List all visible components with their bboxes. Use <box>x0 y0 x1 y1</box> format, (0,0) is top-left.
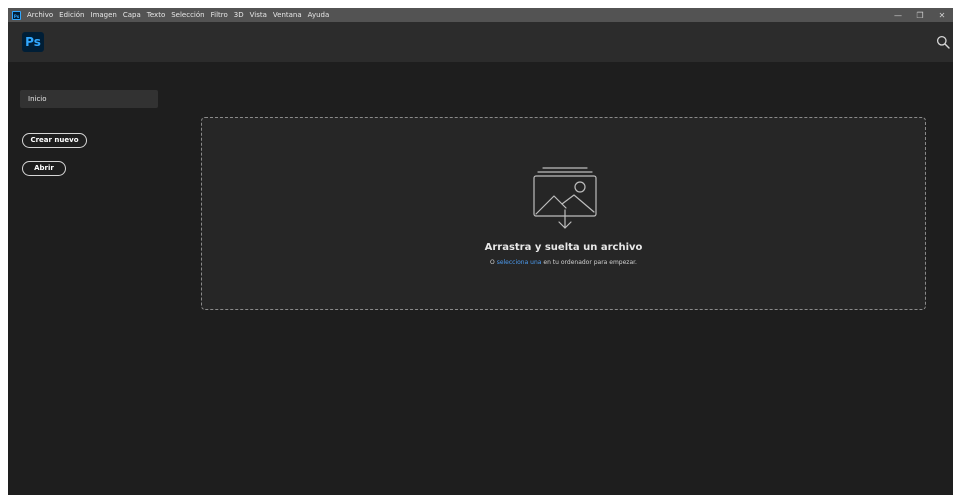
drop-zone-subtitle: O selecciona una en tu ordenador para em… <box>202 259 925 266</box>
close-button[interactable]: ✕ <box>931 11 953 20</box>
menu-texto[interactable]: Texto <box>147 11 165 19</box>
minimize-button[interactable]: — <box>887 11 909 20</box>
open-button[interactable]: Abrir <box>22 161 66 176</box>
drop-zone-title: Arrastra y suelta un archivo <box>484 242 643 253</box>
photoshop-window: Ps Archivo Edición Imagen Capa Texto Sel… <box>8 8 953 495</box>
menu-vista[interactable]: Vista <box>250 11 267 19</box>
file-drop-zone[interactable]: Arrastra y suelta un archivo O seleccion… <box>201 117 926 310</box>
menu-edicion[interactable]: Edición <box>59 11 84 19</box>
menu-ventana[interactable]: Ventana <box>273 11 302 19</box>
menu-imagen[interactable]: Imagen <box>91 11 117 19</box>
drop-sub-prefix: O <box>490 259 495 266</box>
menu-filtro[interactable]: Filtro <box>211 11 228 19</box>
menu-ayuda[interactable]: Ayuda <box>308 11 330 19</box>
window-controls: — ❐ ✕ <box>887 8 953 22</box>
drop-sub-suffix: en tu ordenador para empezar. <box>543 259 637 266</box>
menu-archivo[interactable]: Archivo <box>27 11 53 19</box>
menu-3d[interactable]: 3D <box>234 11 244 19</box>
restore-button[interactable]: ❐ <box>909 11 931 20</box>
photoshop-small-icon[interactable]: Ps <box>12 10 21 20</box>
menu-bar: Ps Archivo Edición Imagen Capa Texto Sel… <box>8 8 953 22</box>
menu-seleccion[interactable]: Selección <box>171 11 204 19</box>
photoshop-logo[interactable]: Ps <box>22 32 44 52</box>
image-stack-download-icon <box>533 167 597 229</box>
nav-item-inicio[interactable]: Inicio <box>20 90 158 108</box>
menu-capa[interactable]: Capa <box>123 11 141 19</box>
create-new-button[interactable]: Crear nuevo <box>22 133 87 148</box>
search-icon[interactable] <box>936 35 950 49</box>
select-file-link[interactable]: selecciona una <box>497 259 542 266</box>
app-header: Ps <box>8 22 953 62</box>
